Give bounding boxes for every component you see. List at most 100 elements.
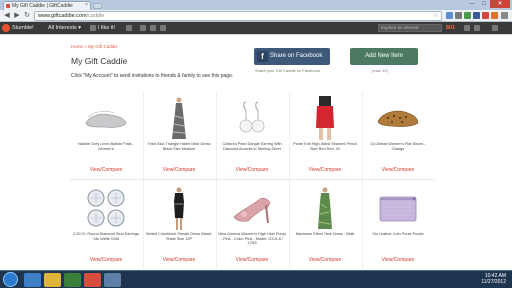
view-compare-link[interactable]: View/Compare bbox=[70, 167, 142, 173]
like-it-button[interactable]: I like it! bbox=[98, 22, 115, 34]
browser-tab-bar: My Gift Caddie | GiftCaddie × – □ ✕ bbox=[0, 0, 512, 10]
sheath-dress-icon bbox=[174, 187, 184, 230]
product-image[interactable] bbox=[153, 96, 205, 140]
giftcaddie-favicon-icon bbox=[6, 4, 10, 8]
reload-button[interactable]: ↻ bbox=[22, 11, 32, 21]
chrome-icon[interactable] bbox=[84, 273, 101, 287]
tank-dress-icon bbox=[318, 187, 332, 229]
media-player-icon[interactable] bbox=[64, 273, 81, 287]
info-icon[interactable] bbox=[150, 25, 156, 31]
product-card: Belted Colorblock Sheath Dress Black/ Sh… bbox=[143, 182, 215, 266]
windows-taskbar: 10:42 AM 11/27/2012 bbox=[0, 270, 512, 288]
extension-icon[interactable] bbox=[491, 12, 498, 19]
thumbs-up-icon[interactable] bbox=[90, 25, 96, 31]
product-card: Maximum Effect Tank Dress - Multi View/C… bbox=[289, 182, 361, 266]
stumble-button[interactable]: Stumble! bbox=[12, 22, 34, 34]
thumbs-down-icon[interactable] bbox=[126, 25, 132, 31]
interests-dropdown[interactable]: All Interests ▾ bbox=[48, 22, 81, 34]
instructions-text: Click "My Account" to send invitations t… bbox=[71, 73, 234, 79]
new-tab-button[interactable] bbox=[93, 3, 102, 9]
breadcrumb[interactable]: Home » My Gift Caddie bbox=[71, 44, 118, 49]
product-image[interactable] bbox=[153, 186, 205, 230]
product-name: Belted Colorblock Sheath Dress Black/ Sh… bbox=[146, 232, 212, 241]
product-name: Natalie Grey Linen Batiste Flats - Women… bbox=[78, 142, 134, 151]
view-compare-link[interactable]: View/Compare bbox=[216, 257, 288, 263]
product-image[interactable] bbox=[80, 96, 132, 140]
product-card: Tribe Bloc Triangle Halter Maxi Dress Bl… bbox=[143, 92, 215, 176]
dropdown-arrow-icon[interactable] bbox=[492, 25, 498, 31]
view-compare-link[interactable]: View/Compare bbox=[362, 257, 434, 263]
product-image[interactable] bbox=[80, 186, 132, 230]
pencil-skirt-icon bbox=[316, 96, 334, 140]
browser-tab[interactable]: My Gift Caddie | GiftCaddie × bbox=[3, 1, 91, 10]
flat-shoe-icon bbox=[85, 111, 127, 128]
product-card: Natalie Grey Linen Batiste Flats - Women… bbox=[70, 92, 142, 176]
view-compare-link[interactable]: View/Compare bbox=[289, 167, 361, 173]
stumbleupon-toolbar: Stumble! All Interests ▾ I like it! Expl… bbox=[0, 22, 512, 34]
diamond-studs-icon bbox=[87, 189, 125, 227]
add-new-item-button[interactable]: Add New Item bbox=[350, 48, 418, 65]
clock-date: 11/27/2012 bbox=[481, 279, 506, 285]
url-path: /caddie bbox=[86, 13, 105, 19]
forward-button[interactable]: ▶ bbox=[12, 11, 22, 21]
browser-toolbar: ◀ ▶ ↻ www.giftcaddie.com/caddie ☆ bbox=[0, 10, 512, 22]
extension-icon[interactable] bbox=[473, 12, 480, 19]
pink-pump-icon bbox=[233, 197, 271, 224]
product-name: 2.00 Ct. Round Diamond Stud Earrings 14k… bbox=[73, 232, 139, 241]
close-window-button[interactable]: ✕ bbox=[490, 0, 510, 8]
product-image[interactable] bbox=[372, 96, 424, 140]
taskbar-app-icon[interactable] bbox=[104, 273, 121, 287]
view-compare-link[interactable]: View/Compare bbox=[289, 257, 361, 263]
product-image[interactable] bbox=[226, 96, 278, 140]
product-image[interactable] bbox=[226, 186, 278, 230]
messages-icon[interactable] bbox=[464, 25, 470, 31]
product-card: Ponte Knit High-Waist Seamed Pencil Skir… bbox=[289, 92, 361, 176]
extension-icon[interactable] bbox=[482, 12, 489, 19]
start-button[interactable] bbox=[3, 272, 18, 287]
product-card: 2.00 Ct. Round Diamond Stud Earrings 14k… bbox=[70, 182, 142, 266]
internet-explorer-icon[interactable] bbox=[24, 273, 41, 287]
view-compare-link[interactable]: View/Compare bbox=[70, 257, 142, 263]
maximize-button[interactable]: □ bbox=[478, 0, 490, 8]
view-compare-link[interactable]: View/Compare bbox=[143, 257, 215, 263]
view-compare-link[interactable]: View/Compare bbox=[143, 167, 215, 173]
profile-icon[interactable] bbox=[474, 25, 480, 31]
comment-icon[interactable] bbox=[160, 25, 166, 31]
view-compare-link[interactable]: View/Compare bbox=[216, 167, 288, 173]
maxi-dress-icon bbox=[172, 97, 186, 139]
wrench-menu-icon[interactable] bbox=[501, 12, 508, 19]
product-name: Siu Leather Coin Purse Purple bbox=[372, 232, 424, 236]
url-host: www.giftcaddie.com bbox=[38, 13, 87, 19]
share-icon[interactable] bbox=[140, 25, 146, 31]
tab-title: My Gift Caddie | GiftCaddie bbox=[12, 3, 73, 9]
product-name: Cultured Pearl Dangle Earring With Diamo… bbox=[222, 142, 282, 151]
extension-icon[interactable] bbox=[446, 12, 453, 19]
product-card: Cultured Pearl Dangle Earring With Diamo… bbox=[216, 92, 288, 176]
minimize-button[interactable]: – bbox=[466, 0, 478, 8]
add-caption: (max 10) bbox=[372, 68, 388, 73]
extension-icon[interactable] bbox=[455, 12, 462, 19]
product-image[interactable] bbox=[299, 186, 351, 230]
product-image[interactable] bbox=[372, 186, 424, 230]
product-name: Go Ahead Women's Flat Shoes - Orange bbox=[370, 142, 426, 151]
file-explorer-icon[interactable] bbox=[44, 273, 61, 287]
product-card: Nina Geneva Women's High Heel Pump - Pin… bbox=[216, 182, 288, 266]
product-image[interactable] bbox=[299, 96, 351, 140]
stumble-count: 601 bbox=[446, 25, 456, 31]
product-name: Nina Geneva Women's High Heel Pump - Pin… bbox=[218, 232, 286, 246]
leopard-flat-icon bbox=[377, 110, 419, 127]
view-compare-link[interactable]: View/Compare bbox=[362, 167, 434, 173]
back-button[interactable]: ◀ bbox=[2, 11, 12, 21]
tab-close-icon[interactable]: × bbox=[85, 2, 88, 8]
explore-interest-input[interactable]: Explore an interest bbox=[378, 24, 442, 32]
extension-icon[interactable] bbox=[464, 12, 471, 19]
grid-divider bbox=[70, 179, 435, 180]
bookmark-star-icon[interactable]: ☆ bbox=[433, 12, 438, 20]
clock[interactable]: 10:42 AM 11/27/2012 bbox=[481, 273, 506, 285]
share-on-facebook-button[interactable]: f Share on Facebook bbox=[254, 48, 330, 65]
page-title: My Gift Caddie bbox=[71, 56, 128, 66]
address-bar[interactable]: www.giftcaddie.com/caddie ☆ bbox=[34, 11, 442, 21]
product-name: Maximum Effect Tank Dress - Multi bbox=[295, 232, 355, 236]
product-grid: Natalie Grey Linen Batiste Flats - Women… bbox=[70, 92, 435, 268]
share-button-label: Share on Facebook bbox=[270, 53, 323, 59]
